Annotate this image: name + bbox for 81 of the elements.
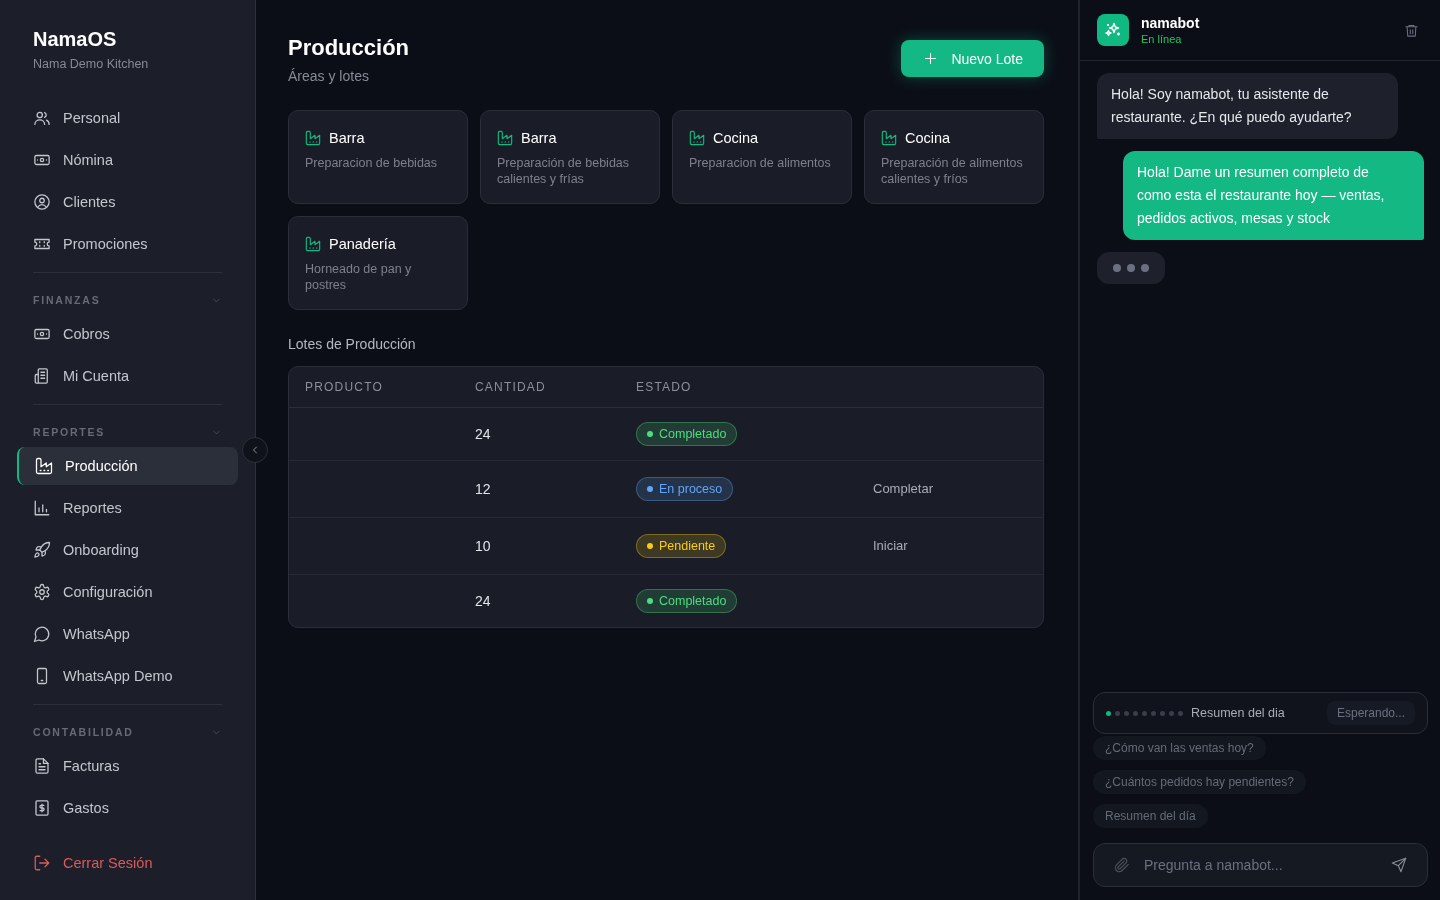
nav-item[interactable]: Configuración [15,573,238,611]
quantity-text: 24 [475,593,491,609]
status-text: Completado [659,427,727,441]
row-action-button[interactable]: Completar [873,473,933,505]
paperclip-icon [1114,857,1130,873]
building-icon [33,367,51,385]
nav-item[interactable]: Promociones [15,225,238,263]
nav-item[interactable]: Mi Cuenta [15,357,238,395]
document-icon [33,757,51,775]
sparkles-icon [1097,14,1129,46]
chat-input-field[interactable]: Pregunta a namabot... [1093,843,1428,887]
area-description: Preparacion de bebidas [305,155,438,171]
quantity-text: 12 [475,481,491,497]
user-circle-icon [33,193,51,211]
page-title: Producción [288,34,409,62]
nav-item[interactable]: Gastos [15,789,238,827]
area-card[interactable]: Cocina Preparacion de alimentos [672,110,852,204]
workspace-name: Nama Demo Kitchen [33,56,149,72]
nav-item[interactable]: Facturas [15,747,238,785]
status-text: En proceso [659,482,723,496]
factory-icon [305,236,321,252]
brand-name: NamaOS [33,27,117,51]
chat-bubble-icon [33,625,51,643]
section-title: Lotes de Producción [288,335,416,354]
status-text: Pendiente [659,539,716,553]
trash-icon [1404,22,1419,38]
nav-item[interactable]: Personal [15,99,238,137]
quantity-text: 10 [475,538,491,554]
online-status: En línea [1141,32,1182,46]
quantity-text: 24 [475,426,491,442]
send-button[interactable] [1391,857,1407,873]
nav-item[interactable]: Onboarding [15,531,238,569]
logout-icon [33,854,51,872]
nav-item[interactable]: WhatsApp Demo [15,657,238,695]
settings-icon [33,583,51,601]
task-status: Esperando... [1326,701,1415,725]
factory-icon [35,457,53,475]
rocket-icon [33,541,51,559]
typing-dots-icon [1113,264,1149,272]
factory-icon [305,130,321,146]
clear-chat-button[interactable] [1404,22,1419,38]
area-title: Panadería [329,235,396,254]
area-card[interactable]: Panadería Horneado de pan y postres [288,216,468,310]
area-title: Cocina [905,129,951,148]
message-input[interactable]: Pregunta a namabot... [1144,855,1377,875]
factory-icon [689,130,705,146]
area-description: Horneado de pan y postres [305,261,413,293]
page-subtitle: Áreas y lotes [288,67,369,86]
plus-icon [923,51,939,66]
column-header: ESTADO [636,380,692,394]
status-text: Completado [659,594,727,608]
dollar-receipt-icon [33,799,51,817]
bot-message: Hola! Soy namabot, tu asistente de restaurante. ¿En qué puedo ayudarte? [1097,73,1398,139]
area-title: Cocina [713,129,759,148]
nav-item[interactable]: Cobros [15,315,238,353]
area-card[interactable]: Cocina Preparación de alimentos calientes y fríos [864,110,1044,204]
area-card[interactable]: Barra Preparacion de bebidas [288,110,468,204]
logout-button[interactable]: Cerrar Sesión [17,844,169,882]
factory-icon [497,130,513,146]
user-message: Hola! Dame un resumen completo de como esta el restaurante hoy — ventas, pedidos activos, mesas y stock [1123,151,1424,240]
area-card[interactable]: Barra Preparación de bebidas calientes y frías [480,110,660,204]
area-title: Barra [329,129,365,148]
bot-name: namabot [1141,14,1200,32]
column-header: PRODUCTO [305,380,384,394]
nav-item[interactable]: WhatsApp [15,615,238,653]
row-action-button[interactable]: Iniciar [873,530,908,562]
nav-item[interactable]: Nómina [15,141,238,179]
send-icon [1391,857,1407,873]
attach-button[interactable] [1114,857,1130,873]
area-description: Preparación de bebidas calientes y frías [497,155,631,187]
users-icon [33,109,51,127]
nav-item[interactable]: Reportes [15,489,238,527]
column-header: CANTIDAD [475,380,546,394]
area-description: Preparacion de alimentos [689,155,831,171]
nav-item[interactable]: Clientes [15,183,238,221]
factory-icon [881,130,897,146]
area-description: Preparación de alimentos calientes y fríos [881,155,1024,187]
bar-chart-icon [33,499,51,517]
area-title: Barra [521,129,557,148]
task-label: Resumen del dia [1191,706,1286,720]
nav-item[interactable]: Producción [17,447,238,485]
